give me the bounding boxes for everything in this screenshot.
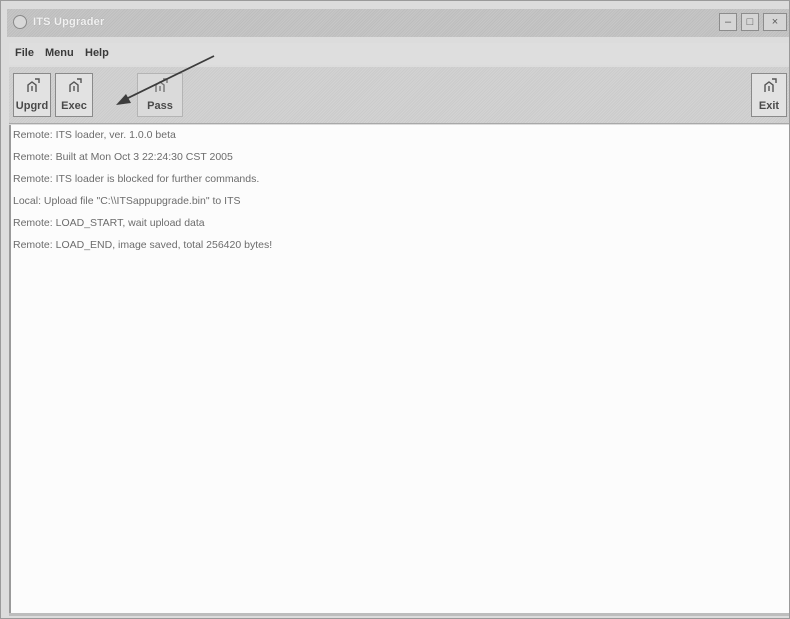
title-bar[interactable]: ITS Upgrader – □ × (7, 9, 789, 37)
window-title: ITS Upgrader (33, 16, 105, 28)
menu-help[interactable]: Help (85, 47, 109, 59)
upgrd-label: Upgrd (15, 100, 49, 112)
exec-button[interactable]: Exec (55, 73, 93, 117)
app-icon[interactable] (13, 15, 27, 29)
plug-icon (155, 78, 168, 92)
log-line: Remote: LOAD_END, image saved, total 256… (13, 239, 273, 251)
exit-label: Exit (758, 100, 780, 112)
plug-icon (69, 78, 82, 92)
log-line: Remote: Built at Mon Oct 3 22:24:30 CST … (13, 151, 233, 163)
menu-bar: File Menu Help (9, 43, 789, 65)
log-line: Remote: LOAD_START, wait upload data (13, 217, 205, 229)
plug-icon (27, 78, 40, 92)
toolbar: Upgrd Exec Pass Exit (9, 67, 789, 124)
upgrd-button[interactable]: Upgrd (13, 73, 51, 117)
exec-label: Exec (61, 100, 87, 112)
close-button[interactable]: × (763, 13, 787, 31)
plug-icon (764, 78, 777, 92)
pass-label: Pass (147, 100, 173, 112)
app-window: ITS Upgrader – □ × File Menu Help Upgrd … (0, 0, 790, 619)
log-output[interactable]: Remote: ITS loader, ver. 1.0.0 beta Remo… (9, 125, 789, 615)
menu-menu[interactable]: Menu (45, 47, 74, 59)
menu-file[interactable]: File (15, 47, 34, 59)
log-line: Remote: ITS loader is blocked for furthe… (13, 173, 260, 185)
maximize-button[interactable]: □ (741, 13, 759, 31)
log-line: Local: Upload file "C:\\ITSappupgrade.bi… (13, 195, 241, 207)
window-bottom-edge (9, 613, 789, 616)
exit-button[interactable]: Exit (751, 73, 787, 117)
pass-button[interactable]: Pass (137, 73, 183, 117)
minimize-button[interactable]: – (719, 13, 737, 31)
log-line: Remote: ITS loader, ver. 1.0.0 beta (13, 129, 176, 141)
